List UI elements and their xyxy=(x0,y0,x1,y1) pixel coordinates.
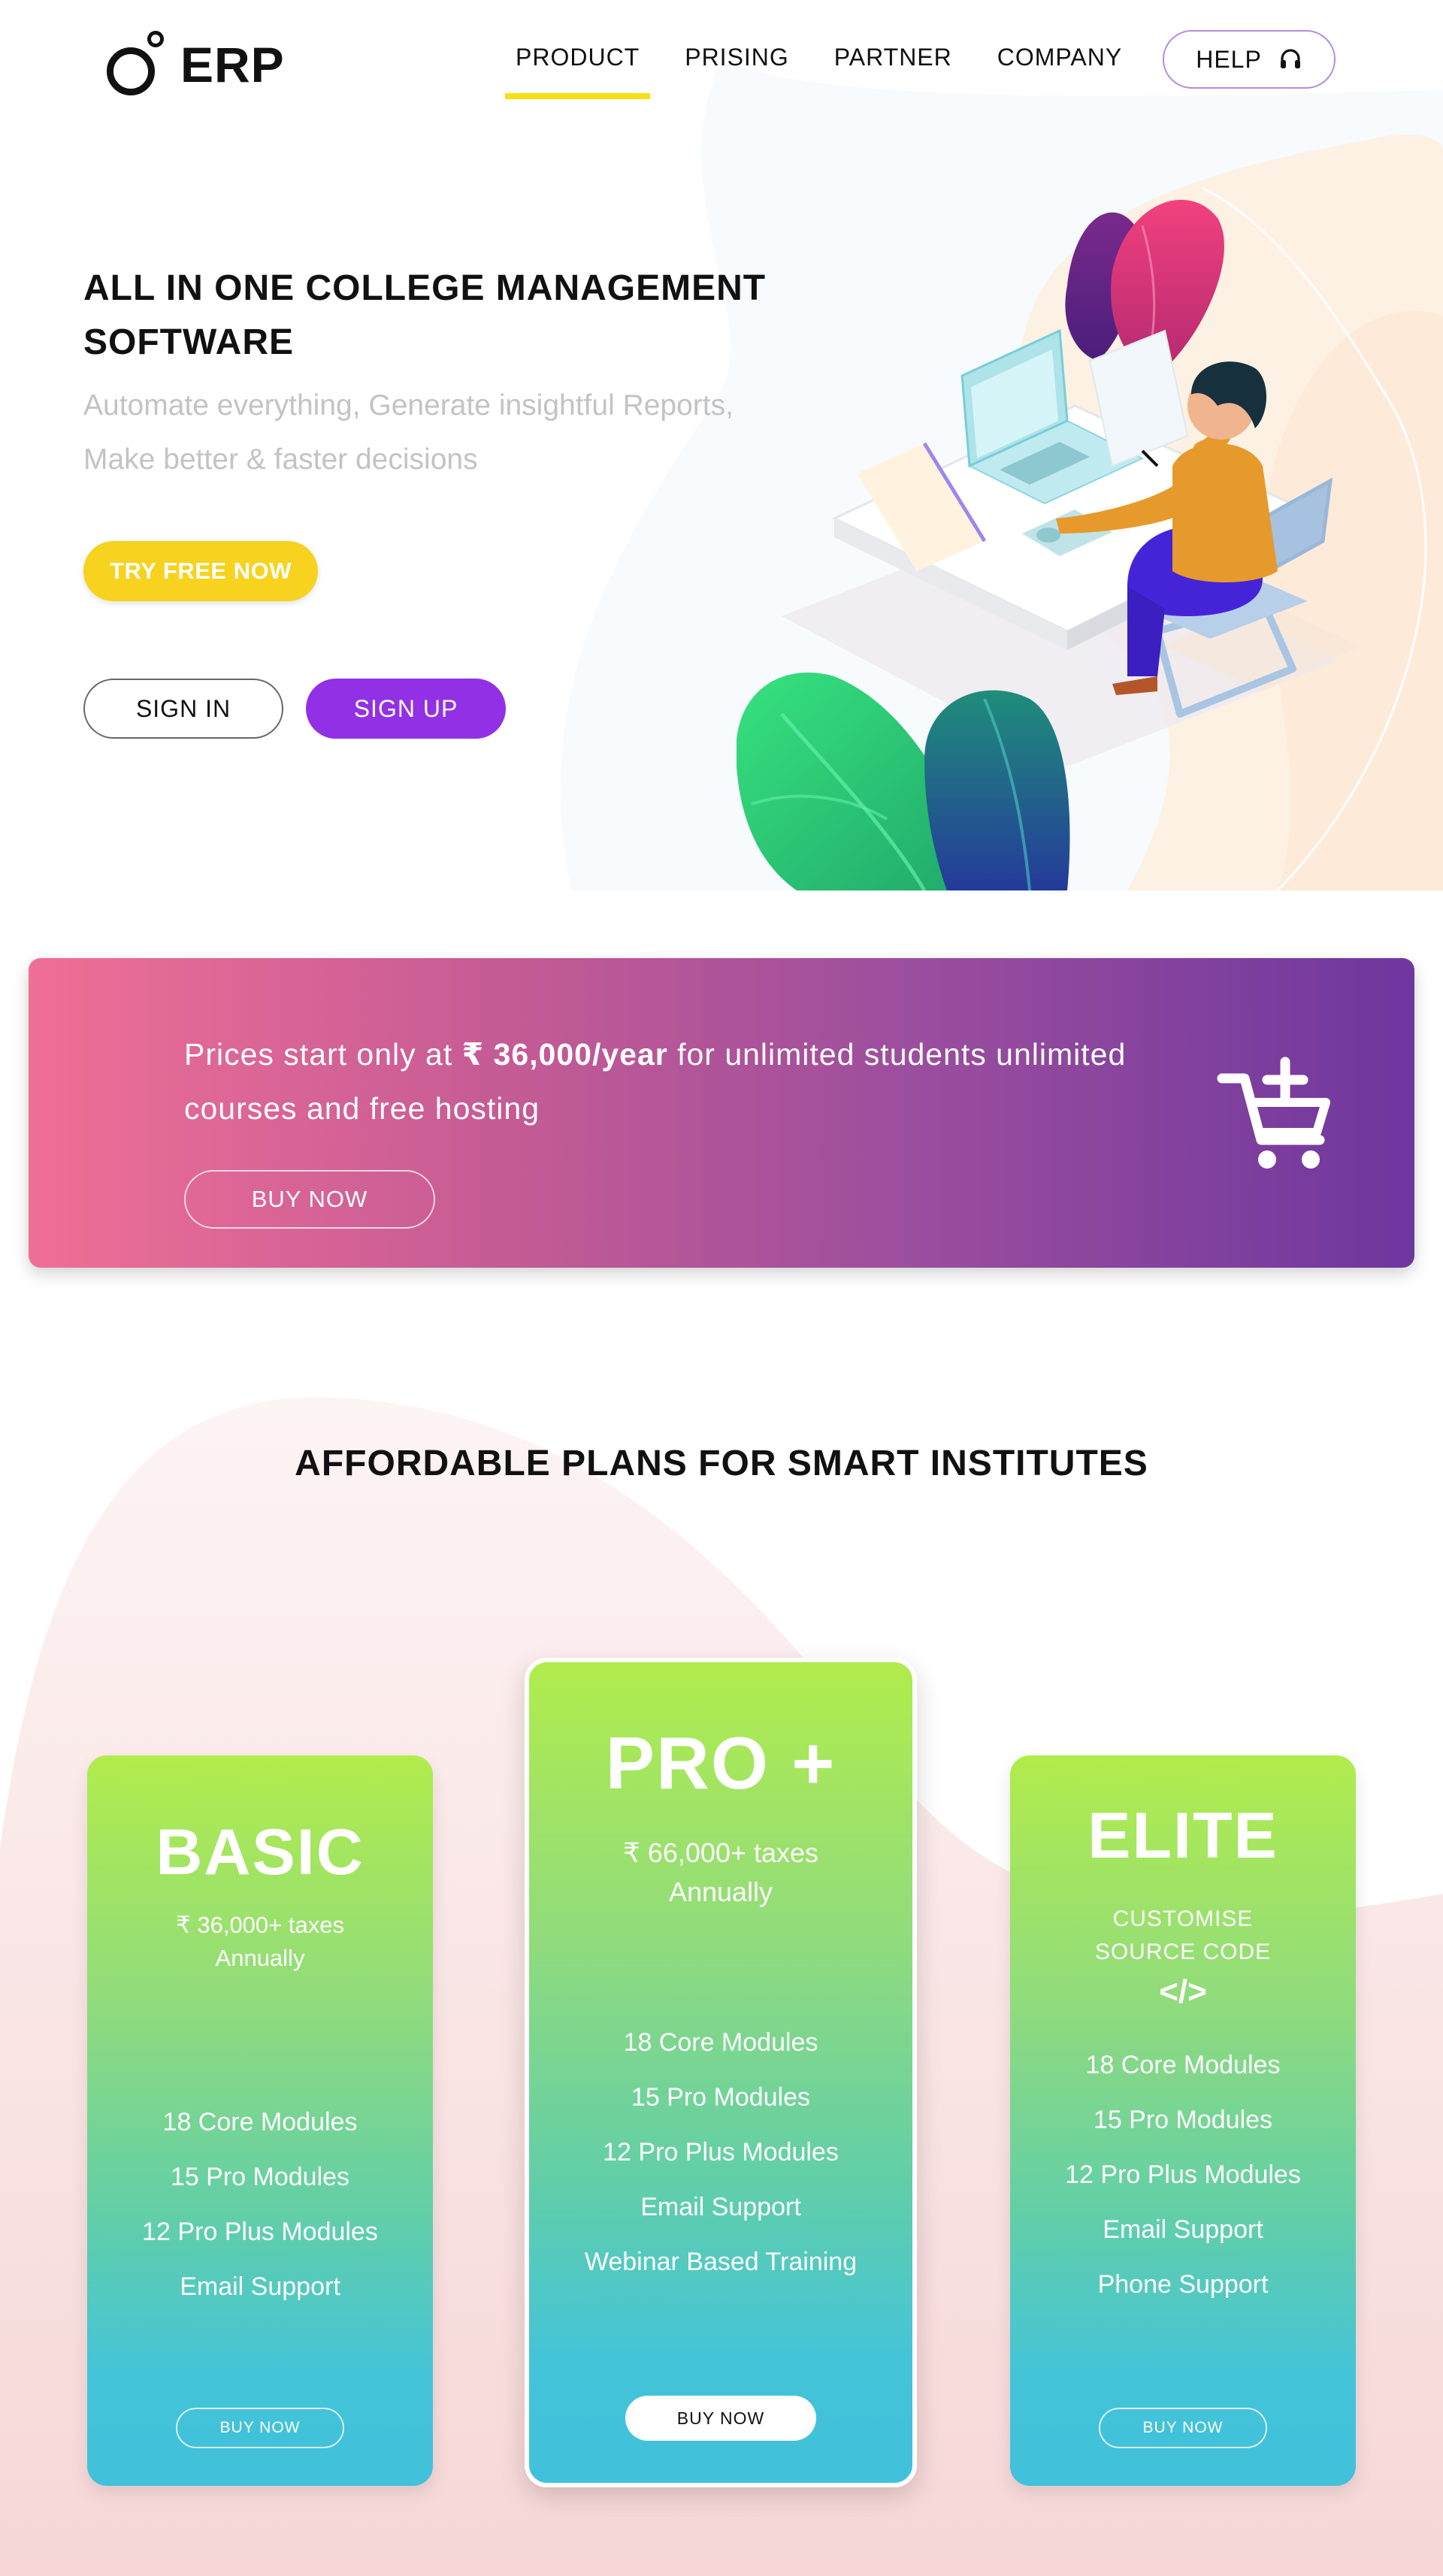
plan-feature: Email Support xyxy=(180,2272,340,2301)
plan-customise-note: CUSTOMISE SOURCE CODE xyxy=(1010,1903,1356,1969)
plan-feature: 15 Pro Modules xyxy=(170,2163,350,2191)
plan-price-period: Annually xyxy=(215,1945,305,1971)
plan-feature: 15 Pro Modules xyxy=(1093,2106,1273,2134)
promo-buy-now-button[interactable]: BUY NOW xyxy=(184,1170,435,1229)
nav-item-company[interactable]: COMPANY xyxy=(987,32,1133,99)
promo-price: ₹ 36,000/year xyxy=(461,1037,668,1072)
hero-illustration xyxy=(737,199,1360,890)
plan-customise-line: CUSTOMISE xyxy=(1112,1906,1254,1931)
nav-item-pricing[interactable]: PRISING xyxy=(674,32,800,99)
plan-feature: 15 Pro Modules xyxy=(631,2083,811,2112)
plan-price-amount: ₹ 36,000+ taxes xyxy=(176,1912,344,1938)
plan-feature: Email Support xyxy=(1103,2215,1263,2244)
plan-features: 18 Core Modules 15 Pro Modules 12 Pro Pl… xyxy=(529,2015,912,2290)
plan-feature: Email Support xyxy=(640,2193,801,2221)
logo-mark-icon xyxy=(104,31,164,95)
nav-item-product[interactable]: PRODUCT xyxy=(505,32,651,99)
plan-feature: 12 Pro Plus Modules xyxy=(142,2218,378,2246)
pricing-promo-banner: Prices start only at ₹ 36,000/year for u… xyxy=(29,958,1414,1268)
plan-feature: 18 Core Modules xyxy=(1085,2051,1281,2079)
elite-buy-now-button[interactable]: BUY NOW xyxy=(1099,2408,1267,2448)
help-label: HELP xyxy=(1196,45,1262,73)
help-button[interactable]: HELP xyxy=(1163,30,1336,89)
logo[interactable]: ERP xyxy=(104,21,285,96)
nav-item-partner[interactable]: PARTNER xyxy=(824,32,963,99)
plan-price-amount: ₹ 66,000+ taxes xyxy=(622,1837,819,1868)
code-icon: </> xyxy=(1159,1973,1207,2010)
plan-feature: 12 Pro Plus Modules xyxy=(1065,2160,1301,2189)
sign-in-button[interactable]: SIGN IN xyxy=(83,679,283,739)
plan-card-basic: BASIC ₹ 36,000+ taxes Annually 18 Core M… xyxy=(87,1755,433,2486)
plan-feature: 12 Pro Plus Modules xyxy=(603,2138,839,2166)
plan-feature: Webinar Based Training xyxy=(584,2248,858,2276)
main-nav: PRODUCT PRISING PARTNER COMPANY xyxy=(505,32,1157,99)
plan-name: BASIC xyxy=(156,1816,365,1888)
sign-up-button[interactable]: SIGN UP xyxy=(306,679,506,739)
try-free-button[interactable]: TRY FREE NOW xyxy=(83,541,318,601)
add-to-cart-icon[interactable] xyxy=(1215,1056,1335,1176)
plan-price-period: Annually xyxy=(668,1876,773,1907)
plan-price: ₹ 66,000+ taxes Annually xyxy=(529,1834,912,1912)
hero-title: ALL IN ONE COLLEGE MANAGEMENT SOFTWARE xyxy=(83,268,767,362)
plan-price: ₹ 36,000+ taxes Annually xyxy=(87,1909,433,1975)
plan-features: 18 Core Modules 15 Pro Modules 12 Pro Pl… xyxy=(1010,2038,1356,2312)
logo-text: ERP xyxy=(180,37,285,92)
promo-text-before: Prices start only at xyxy=(184,1037,462,1072)
pro-plus-buy-now-button[interactable]: BUY NOW xyxy=(625,2396,816,2441)
promo-text: Prices start only at ₹ 36,000/year for u… xyxy=(184,1027,1161,1135)
plan-customise-line: SOURCE CODE xyxy=(1094,1940,1272,1964)
plan-card-elite: ELITE CUSTOMISE SOURCE CODE </> 18 Core … xyxy=(1010,1755,1356,2486)
plan-feature: Phone Support xyxy=(1097,2270,1269,2299)
plan-card-pro-plus: PRO + ₹ 66,000+ taxes Annually 18 Core M… xyxy=(525,1658,917,2487)
hero-subtitle: Automate everything, Generate insightful… xyxy=(83,389,734,476)
site-header: ERP PRODUCT PRISING PARTNER COMPANY HELP xyxy=(0,0,1443,120)
plans-title: AFFORDABLE PLANS FOR SMART INSTITUTES xyxy=(295,1444,1148,1483)
plan-feature: 18 Core Modules xyxy=(162,2108,358,2136)
plan-name: ELITE xyxy=(1088,1800,1278,1872)
headset-icon xyxy=(1280,49,1300,68)
plan-feature: 18 Core Modules xyxy=(623,2028,818,2057)
basic-buy-now-button[interactable]: BUY NOW xyxy=(176,2408,344,2448)
plan-features: 18 Core Modules 15 Pro Modules 12 Pro Pl… xyxy=(87,2095,433,2314)
plan-name: PRO + xyxy=(605,1722,836,1804)
